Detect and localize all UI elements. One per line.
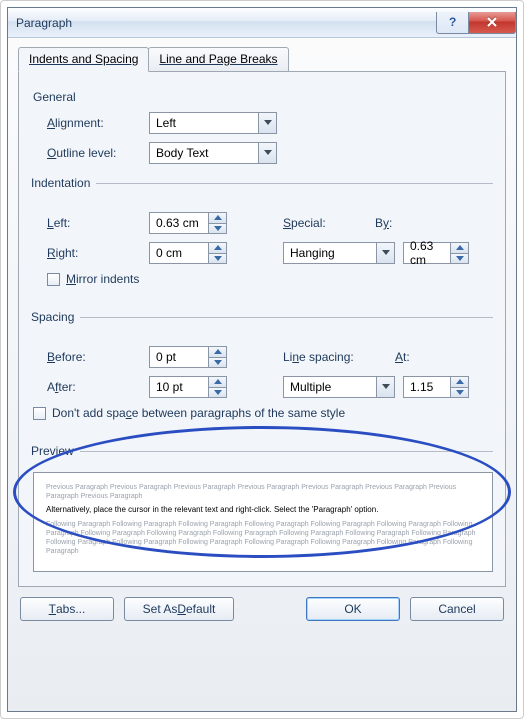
chevron-down-icon <box>376 243 394 263</box>
spin-down-icon[interactable] <box>451 388 468 398</box>
paragraph-dialog: Paragraph ? Indents and Spacing Line and… <box>7 7 517 712</box>
spacing-after-label: After: <box>47 380 141 394</box>
preview-box: Previous Paragraph Previous Paragraph Pr… <box>33 472 493 572</box>
close-button[interactable] <box>468 12 516 34</box>
dialog-button-row: Tabs... Set As Default OK Cancel <box>18 587 506 623</box>
spacing-heading: Spacing <box>31 310 80 324</box>
checkbox-icon <box>47 273 60 286</box>
spacing-before-spinner[interactable]: 0 pt <box>149 346 227 368</box>
spin-up-icon[interactable] <box>209 347 226 358</box>
tab-linepage-label: Line and Page Breaks <box>159 52 277 66</box>
indent-left-spinner[interactable]: 0.63 cm <box>149 212 227 234</box>
spin-down-icon[interactable] <box>209 224 226 234</box>
chevron-down-icon <box>258 143 276 163</box>
ok-button[interactable]: OK <box>306 597 400 621</box>
outline-combo[interactable]: Body Text <box>149 142 277 164</box>
alignment-label: Alignment: <box>47 116 141 130</box>
indent-by-value: 0.63 cm <box>404 239 450 267</box>
spin-up-icon[interactable] <box>451 243 468 254</box>
chevron-down-icon <box>376 377 394 397</box>
indent-special-label: Special: <box>283 216 367 230</box>
window-title: Paragraph <box>16 16 436 30</box>
checkbox-icon <box>33 407 46 420</box>
spin-up-icon[interactable] <box>451 377 468 388</box>
spin-down-icon[interactable] <box>451 254 468 264</box>
chevron-down-icon <box>258 113 276 133</box>
spacing-at-label: At: <box>395 350 435 364</box>
indent-special-combo[interactable]: Hanging <box>283 242 395 264</box>
line-spacing-label: Line spacing: <box>283 350 387 364</box>
set-default-button[interactable]: Set As Default <box>124 597 234 621</box>
indent-left-label: Left: <box>47 216 141 230</box>
titlebar[interactable]: Paragraph ? <box>8 8 516 38</box>
spin-down-icon[interactable] <box>209 358 226 368</box>
spacing-at-spinner[interactable]: 1.15 <box>403 376 469 398</box>
spin-down-icon[interactable] <box>209 388 226 398</box>
indent-special-value: Hanging <box>284 246 376 260</box>
help-button[interactable]: ? <box>436 12 468 34</box>
tab-indents-spacing[interactable]: Indents and Spacing <box>18 47 149 72</box>
spin-down-icon[interactable] <box>209 254 226 264</box>
line-spacing-value: Multiple <box>284 380 376 394</box>
line-spacing-combo[interactable]: Multiple <box>283 376 395 398</box>
indent-right-label: Right: <box>47 246 141 260</box>
help-icon: ? <box>448 16 458 28</box>
preview-group: Preview Previous Paragraph Previous Para… <box>33 444 493 572</box>
no-add-space-check[interactable]: Don't add space between paragraphs of th… <box>33 406 493 420</box>
tab-line-page-breaks[interactable]: Line and Page Breaks <box>148 47 288 72</box>
spacing-before-value: 0 pt <box>150 350 208 364</box>
tab-panel-indents: General Alignment: Left Outline level: B… <box>18 72 506 587</box>
preview-next-text: Following Paragraph Following Paragraph … <box>46 520 480 556</box>
general-heading: General <box>33 90 493 104</box>
spacing-group: Spacing Before: 0 pt Line spacing: At: A… <box>33 310 493 428</box>
indentation-heading: Indentation <box>31 176 96 190</box>
indent-right-value: 0 cm <box>150 246 208 260</box>
spacing-before-label: Before: <box>47 350 141 364</box>
outline-label: Outline level: <box>47 146 141 160</box>
spacing-at-value: 1.15 <box>404 380 450 394</box>
preview-main-text: Alternatively, place the cursor in the r… <box>46 505 480 515</box>
preview-heading: Preview <box>31 444 80 458</box>
cancel-button[interactable]: Cancel <box>410 597 504 621</box>
close-icon <box>486 16 498 28</box>
spin-up-icon[interactable] <box>209 213 226 224</box>
svg-text:?: ? <box>449 16 456 28</box>
alignment-combo[interactable]: Left <box>149 112 277 134</box>
outline-value: Body Text <box>150 146 258 160</box>
tab-strip: Indents and Spacing Line and Page Breaks <box>18 46 506 72</box>
indent-left-value: 0.63 cm <box>150 216 208 230</box>
indentation-group: Indentation Left: 0.63 cm Special: By: R… <box>33 176 493 294</box>
spin-up-icon[interactable] <box>209 377 226 388</box>
indent-by-label: By: <box>375 216 435 230</box>
mirror-label: Mirror indents <box>66 272 139 286</box>
mirror-indents-check[interactable]: Mirror indents <box>47 272 493 286</box>
spacing-after-value: 10 pt <box>150 380 208 394</box>
tabs-button[interactable]: Tabs... <box>20 597 114 621</box>
no-add-label: Don't add space between paragraphs of th… <box>52 406 345 420</box>
indent-by-spinner[interactable]: 0.63 cm <box>403 242 469 264</box>
tab-indents-label: Indents and Spacing <box>29 52 138 66</box>
preview-prev-text: Previous Paragraph Previous Paragraph Pr… <box>46 483 480 501</box>
indent-right-spinner[interactable]: 0 cm <box>149 242 227 264</box>
screenshot-frame: Paragraph ? Indents and Spacing Line and… <box>0 0 524 719</box>
spin-up-icon[interactable] <box>209 243 226 254</box>
spacing-after-spinner[interactable]: 10 pt <box>149 376 227 398</box>
alignment-value: Left <box>150 116 258 130</box>
